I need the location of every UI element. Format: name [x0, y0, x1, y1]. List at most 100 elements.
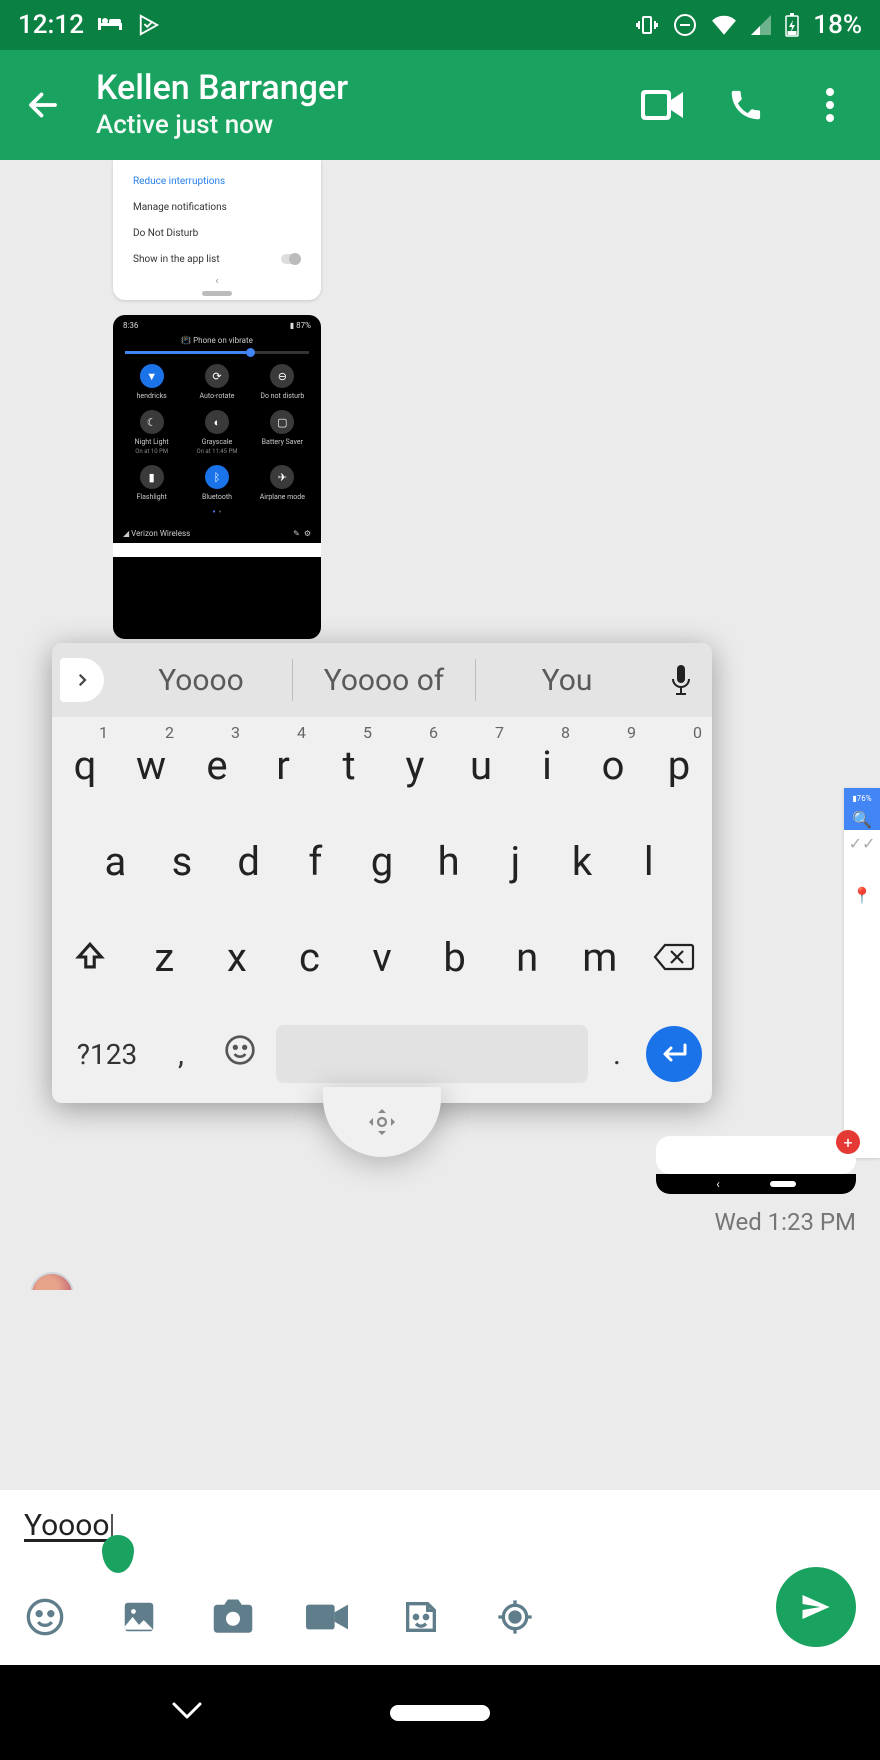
comma-key[interactable]: , — [158, 1037, 204, 1072]
qs-tile: ⊖Do not disturb — [250, 364, 315, 400]
suggestion-3[interactable]: You — [476, 663, 658, 698]
page-indicator-icon: • • — [113, 507, 321, 518]
key-q[interactable]: q1 — [52, 717, 118, 813]
gallery-button[interactable] — [118, 1596, 160, 1638]
qs-tile-icon: ᛒ — [205, 465, 229, 489]
key-n[interactable]: n — [491, 909, 564, 1005]
key-g[interactable]: g — [349, 813, 416, 909]
pin-icon: 📍 — [844, 886, 880, 905]
dnd-icon — [673, 13, 697, 37]
suggestion-2[interactable]: Yoooo of — [293, 663, 475, 698]
message-screenshot-settings[interactable]: Reduce interruptions Manage notification… — [113, 160, 321, 300]
sticker-button[interactable] — [400, 1596, 442, 1638]
carrier-name: Verizon Wireless — [131, 529, 190, 538]
overflow-menu-button[interactable] — [808, 83, 852, 127]
chevron-left-icon: ‹ — [716, 1177, 720, 1191]
screenshot-footer — [113, 543, 321, 557]
key-e[interactable]: e3 — [184, 717, 250, 813]
video-button[interactable] — [306, 1596, 348, 1638]
key-u[interactable]: u7 — [448, 717, 514, 813]
key-j[interactable]: j — [482, 813, 549, 909]
search-icon: 🔍 — [852, 810, 872, 829]
qs-tile-icon: ▼ — [140, 364, 164, 388]
key-c[interactable]: c — [273, 909, 346, 1005]
ime-dismiss-button[interactable] — [170, 1700, 204, 1726]
key-d[interactable]: d — [215, 813, 282, 909]
key-o[interactable]: o9 — [580, 717, 646, 813]
backspace-key[interactable] — [636, 909, 712, 1005]
sender-avatar[interactable] — [30, 1272, 74, 1290]
key-z[interactable]: z — [128, 909, 201, 1005]
qs-tile: ▢Battery Saver — [250, 410, 315, 455]
key-w[interactable]: w2 — [118, 717, 184, 813]
cell-icon — [751, 15, 771, 35]
system-navbar — [0, 1665, 880, 1760]
key-t[interactable]: t5 — [316, 717, 382, 813]
key-x[interactable]: x — [201, 909, 274, 1005]
key-p[interactable]: p0 — [646, 717, 712, 813]
enter-key[interactable] — [646, 1026, 702, 1082]
row-reduce-interruptions: Reduce interruptions — [133, 176, 225, 187]
key-h[interactable]: h — [415, 813, 482, 909]
qs-time: 8:36 — [123, 321, 138, 330]
key-s[interactable]: s — [149, 813, 216, 909]
row-manage-notifications: Manage notifications — [133, 202, 227, 213]
compose-input[interactable]: Yoooo — [24, 1508, 110, 1543]
message-screenshot-quicksettings[interactable]: 8:36▮ 87% 📳 Phone on vibrate ▼hendricks⟳… — [113, 315, 321, 639]
qs-tile: ᛒBluetooth — [184, 465, 249, 501]
qs-tile-icon: ☾ — [140, 410, 164, 434]
wifi-icon — [711, 15, 737, 35]
key-k[interactable]: k — [549, 813, 616, 909]
qs-tile: ◐GrayscaleOn at 11:45 PM — [184, 410, 249, 455]
vibrate-icon — [635, 13, 659, 37]
expand-suggestions-button[interactable] — [60, 658, 104, 702]
qs-tile-icon: ⊖ — [270, 364, 294, 388]
key-r[interactable]: r4 — [250, 717, 316, 813]
space-key[interactable] — [276, 1025, 588, 1083]
key-v[interactable]: v — [346, 909, 419, 1005]
key-m[interactable]: m — [563, 909, 636, 1005]
suggestion-1[interactable]: Yoooo — [110, 663, 292, 698]
key-a[interactable]: a — [82, 813, 149, 909]
send-button[interactable] — [776, 1567, 856, 1647]
floating-keyboard: Yoooo Yoooo of You q1w2e3r4t5y6u7i8o9p0 … — [52, 643, 712, 1103]
edit-gear-icons: ✎ ⚙ — [293, 529, 311, 538]
qs-tile: ▼hendricks — [119, 364, 184, 400]
compose-handle-icon[interactable] — [102, 1535, 134, 1573]
contact-name: Kellen Barranger — [96, 70, 640, 107]
key-y[interactable]: y6 — [382, 717, 448, 813]
emoji-picker-button[interactable] — [24, 1596, 66, 1638]
key-f[interactable]: f — [282, 813, 349, 909]
gesture-pill-icon — [202, 291, 232, 296]
key-i[interactable]: i8 — [514, 717, 580, 813]
qs-tile-icon: ▢ — [270, 410, 294, 434]
camera-button[interactable] — [212, 1596, 254, 1638]
message-screenshot-peek[interactable]: ▮76% 🔍 ✓✓ 📍 — [844, 788, 880, 1158]
voice-call-button[interactable] — [724, 83, 768, 127]
location-button[interactable] — [494, 1596, 536, 1638]
key-b[interactable]: b — [418, 909, 491, 1005]
voice-input-button[interactable] — [658, 665, 704, 695]
period-key[interactable]: . — [594, 1037, 640, 1072]
back-button[interactable] — [18, 80, 68, 130]
presence-status: Active just now — [96, 110, 640, 140]
chevron-left-icon: ‹ — [133, 276, 301, 287]
status-bar: 12:12 18% — [0, 0, 880, 50]
message-screenshot-mini[interactable]: + ‹ — [656, 1136, 856, 1194]
qs-tile: ▮Flashlight — [119, 465, 184, 501]
shift-key[interactable] — [52, 909, 128, 1005]
video-call-button[interactable] — [640, 83, 684, 127]
brightness-slider-icon — [125, 351, 309, 354]
emoji-key[interactable] — [210, 1034, 270, 1074]
toggle-icon — [281, 254, 301, 264]
checkmarks-icon: ✓✓ — [844, 830, 880, 856]
qs-vibrate-label: 📳 Phone on vibrate — [113, 336, 321, 345]
qs-tile: ⟳Auto-rotate — [184, 364, 249, 400]
status-time: 12:12 — [18, 10, 84, 40]
qs-tile: ☾Night LightOn at 10 PM — [119, 410, 184, 455]
home-gesture-pill[interactable] — [390, 1705, 490, 1721]
row-show-in-app-list: Show in the app list — [133, 254, 220, 265]
peek-battery: ▮76% — [852, 794, 871, 803]
symbols-key[interactable]: ?123 — [62, 1038, 152, 1071]
key-l[interactable]: l — [615, 813, 682, 909]
